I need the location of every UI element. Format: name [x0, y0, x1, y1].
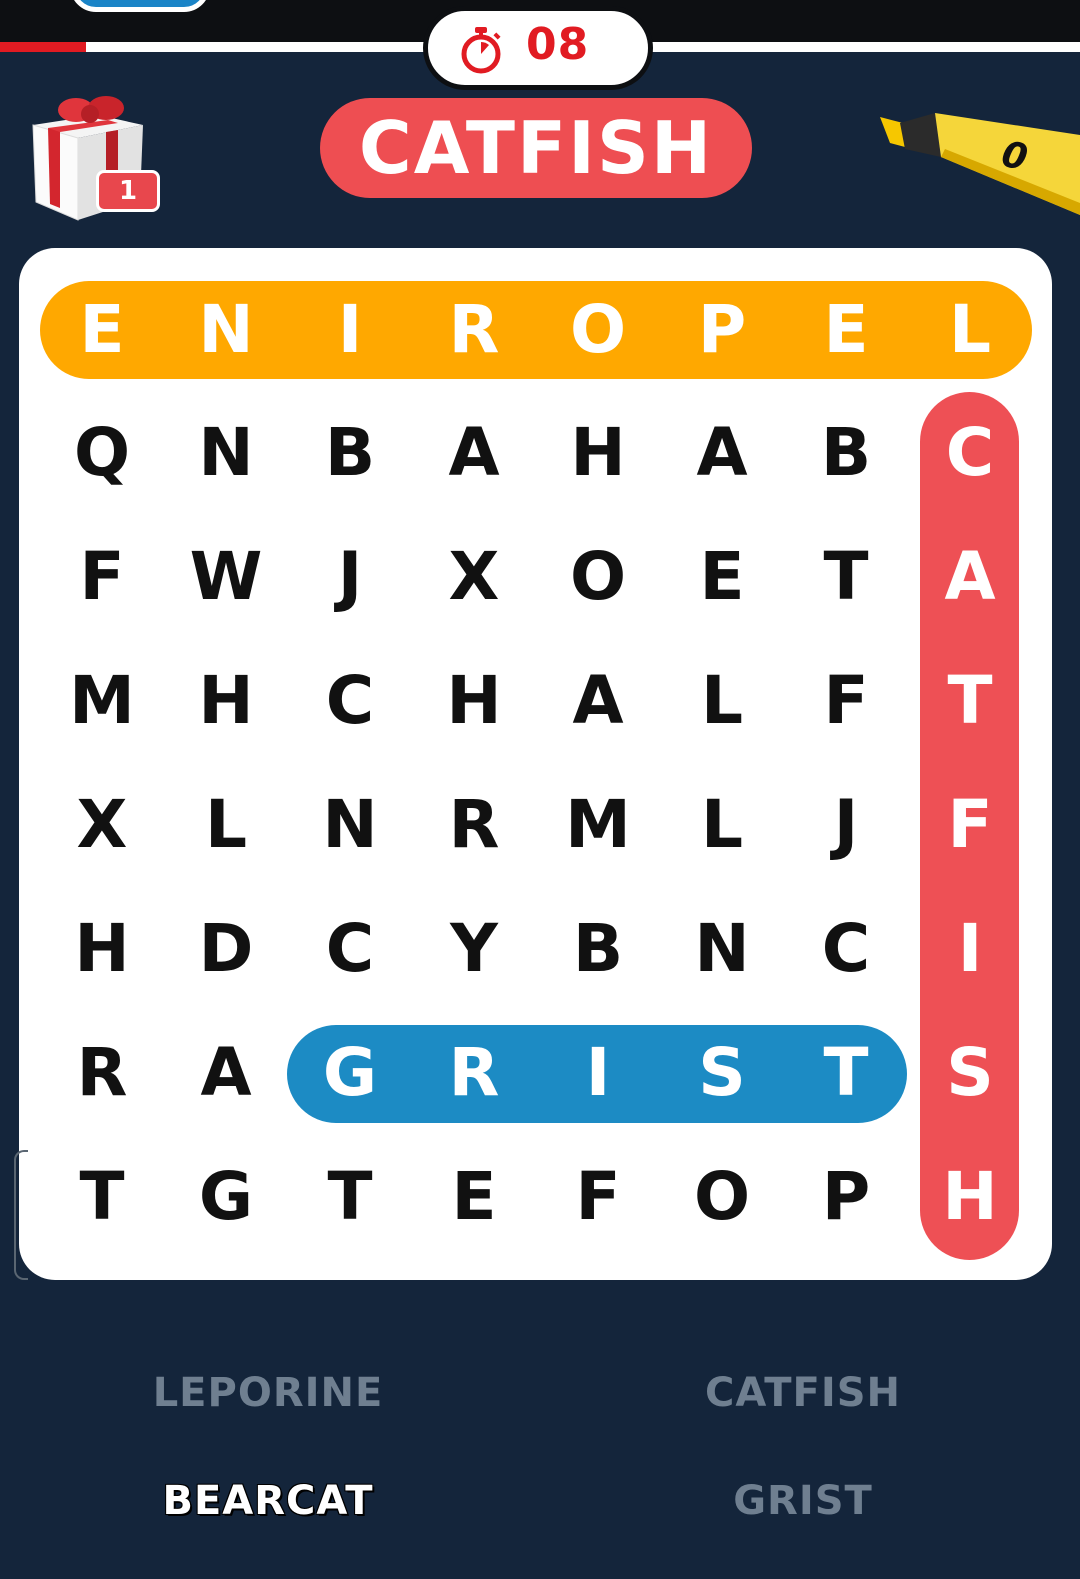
grid-cell[interactable]: W — [164, 515, 288, 639]
grid-cell[interactable]: A — [908, 515, 1032, 639]
grid-cell[interactable]: Q — [40, 391, 164, 515]
grid-cell[interactable]: F — [536, 1135, 660, 1259]
grid-cell[interactable]: O — [536, 268, 660, 392]
grid-cell[interactable]: B — [288, 391, 412, 515]
grid-cell[interactable]: N — [660, 887, 784, 1011]
grid-cell[interactable]: R — [412, 1011, 536, 1135]
grid-cell[interactable]: D — [164, 887, 288, 1011]
grid-cell[interactable]: A — [164, 1011, 288, 1135]
grid-cell[interactable]: R — [40, 1011, 164, 1135]
grid-cell[interactable]: H — [164, 639, 288, 763]
stopwatch-icon — [461, 27, 501, 74]
grid-cell[interactable]: N — [288, 763, 412, 887]
timer: 08 — [423, 6, 653, 90]
grid-cell[interactable]: R — [412, 268, 536, 392]
timer-value: 08 — [526, 19, 590, 70]
word-list-item-catfish: CATFISH — [705, 1370, 901, 1416]
top-left-button[interactable] — [70, 0, 210, 12]
grid-cell[interactable]: L — [908, 268, 1032, 392]
grid-cell[interactable]: E — [40, 268, 164, 392]
highlighter-icon[interactable] — [875, 105, 1080, 220]
grid-cell[interactable]: A — [660, 391, 784, 515]
word-list-item-grist: GRIST — [733, 1478, 873, 1524]
grid-cell[interactable]: R — [412, 763, 536, 887]
grid-cell[interactable]: I — [536, 1011, 660, 1135]
grid-cell[interactable]: N — [164, 391, 288, 515]
grid-cell[interactable]: X — [40, 763, 164, 887]
grid-cell[interactable]: L — [164, 763, 288, 887]
grid-cell[interactable]: A — [412, 391, 536, 515]
grid-cell[interactable]: E — [784, 268, 908, 392]
grid-cell[interactable]: I — [908, 887, 1032, 1011]
grid-cell[interactable]: T — [288, 1135, 412, 1259]
grid-cell[interactable]: J — [784, 763, 908, 887]
grid-cell[interactable]: O — [660, 1135, 784, 1259]
grid-cell[interactable]: T — [40, 1135, 164, 1259]
grid-cell[interactable]: C — [288, 639, 412, 763]
grid-cell[interactable]: J — [288, 515, 412, 639]
grid-cell[interactable]: T — [784, 1011, 908, 1135]
grid-cell[interactable]: F — [784, 639, 908, 763]
grid-cell[interactable]: P — [660, 268, 784, 392]
grid-cell[interactable]: B — [536, 887, 660, 1011]
grid-cell[interactable]: C — [908, 391, 1032, 515]
grid-cell[interactable]: E — [412, 1135, 536, 1259]
grid-cell[interactable]: M — [536, 763, 660, 887]
grid-cell[interactable]: H — [908, 1135, 1032, 1259]
grid-cell[interactable]: H — [40, 887, 164, 1011]
grid-cell[interactable]: S — [908, 1011, 1032, 1135]
gift-count-badge: 1 — [96, 170, 160, 212]
grid-cell[interactable]: H — [536, 391, 660, 515]
grid-cell[interactable]: L — [660, 763, 784, 887]
scroll-indicator — [14, 1150, 28, 1280]
grid-cell[interactable]: C — [288, 887, 412, 1011]
grid-cell[interactable]: C — [784, 887, 908, 1011]
grid-cell[interactable]: T — [908, 639, 1032, 763]
grid-cell[interactable]: O — [536, 515, 660, 639]
grid-cell[interactable]: B — [784, 391, 908, 515]
grid-cell[interactable]: L — [660, 639, 784, 763]
grid-cell[interactable]: F — [908, 763, 1032, 887]
word-list-item-bearcat: BEARCAT — [162, 1478, 374, 1524]
grid-cell[interactable]: E — [660, 515, 784, 639]
grid-cell[interactable]: I — [288, 268, 412, 392]
grid-cell[interactable]: M — [40, 639, 164, 763]
timer-progress-fill — [0, 42, 87, 52]
grid-cell[interactable]: F — [40, 515, 164, 639]
grid-cell[interactable]: H — [412, 639, 536, 763]
grid-cell[interactable]: G — [288, 1011, 412, 1135]
grid-cell[interactable]: T — [784, 515, 908, 639]
grid-cell[interactable]: S — [660, 1011, 784, 1135]
grid-cell[interactable]: G — [164, 1135, 288, 1259]
grid-cell[interactable]: X — [412, 515, 536, 639]
grid-cell[interactable]: Y — [412, 887, 536, 1011]
current-word-banner: CATFISH — [320, 98, 752, 198]
grid-cell[interactable]: N — [164, 268, 288, 392]
grid-cell[interactable]: P — [784, 1135, 908, 1259]
grid-cell[interactable]: A — [536, 639, 660, 763]
word-list-item-leporine: LEPORINE — [152, 1370, 384, 1416]
